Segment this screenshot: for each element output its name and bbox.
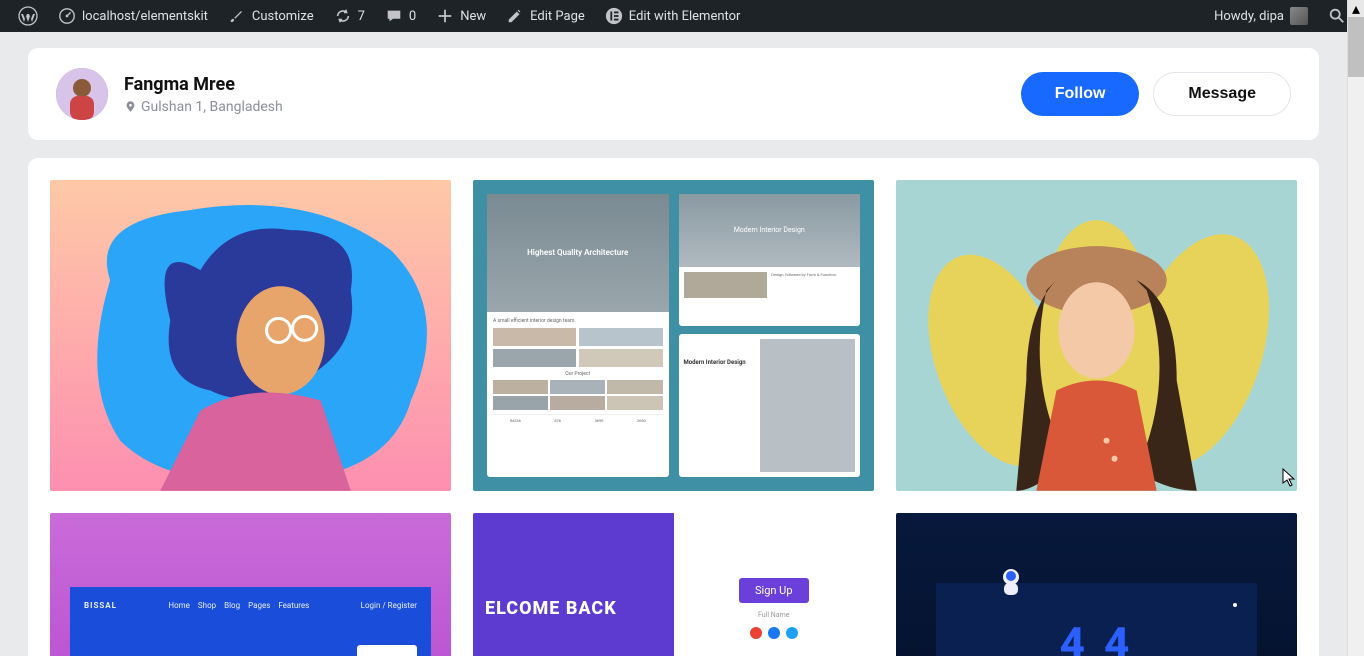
edit-elementor-text: Edit with Elementor — [629, 9, 741, 24]
site-name-link[interactable]: localhost/elementskit — [48, 0, 218, 32]
dashboard-icon — [58, 7, 76, 25]
edit-elementor-link[interactable]: Edit with Elementor — [595, 0, 751, 32]
updates-count: 7 — [358, 9, 365, 24]
mock-project-label: Our Project — [493, 371, 663, 377]
greeting-text: Howdy, dipa — [1214, 9, 1284, 24]
gallery-item[interactable]: ELCOME BACK Sign Up Full Name — [473, 513, 874, 656]
updates-link[interactable]: 7 — [324, 0, 375, 32]
browser-scrollbar[interactable]: ▴ — [1347, 0, 1364, 656]
gallery-item[interactable]: Highest Quality Architecture A small eff… — [473, 180, 874, 491]
profile-card: Fangma Mree Gulshan 1, Bangladesh Follow… — [28, 48, 1319, 140]
bissal-brand: BISSAL — [84, 601, 117, 610]
search-icon — [1328, 7, 1346, 25]
comment-icon — [385, 7, 403, 25]
profile-avatar[interactable] — [56, 68, 108, 120]
brush-icon — [228, 7, 246, 25]
error-code: 4 4 — [1060, 617, 1134, 656]
mock-interior-text: Modern Interior Design — [684, 359, 757, 366]
gallery-item[interactable] — [50, 180, 451, 491]
mock-hero2-text: Modern Interior Design — [679, 194, 861, 267]
profile-location: Gulshan 1, Bangladesh — [124, 99, 283, 115]
mock-hero-text: Highest Quality Architecture — [487, 194, 669, 312]
comments-link[interactable]: 0 — [375, 0, 426, 32]
mock-subtitle: A small efficient interior design team. — [493, 318, 663, 324]
page-content: Fangma Mree Gulshan 1, Bangladesh Follow… — [0, 32, 1347, 656]
location-text: Gulshan 1, Bangladesh — [141, 99, 283, 115]
pencil-icon — [506, 7, 524, 25]
gallery-section: Highest Quality Architecture A small eff… — [28, 158, 1319, 656]
gallery-item[interactable]: 4 4 — [896, 513, 1297, 656]
wordpress-icon — [18, 6, 38, 26]
account-link[interactable]: Howdy, dipa — [1204, 0, 1318, 32]
edit-page-text: Edit Page — [530, 9, 585, 24]
user-avatar-icon — [1290, 7, 1308, 25]
message-button[interactable]: Message — [1153, 72, 1291, 116]
mock-design-text: Design, followed by Form & Function. — [771, 272, 855, 298]
elementor-icon — [605, 7, 623, 25]
plus-icon — [436, 7, 454, 25]
social-icons — [750, 627, 798, 639]
customize-text: Customize — [252, 9, 314, 24]
welcome-text: ELCOME BACK — [485, 598, 662, 619]
new-link[interactable]: New — [426, 0, 496, 32]
wp-logo[interactable] — [8, 0, 48, 32]
edit-page-link[interactable]: Edit Page — [496, 0, 595, 32]
wp-admin-bar: localhost/elementskit Customize 7 0 New — [0, 0, 1364, 32]
new-text: New — [460, 9, 486, 24]
astronaut-icon — [994, 565, 1028, 599]
gallery-item[interactable] — [896, 180, 1297, 491]
customize-link[interactable]: Customize — [218, 0, 324, 32]
site-name-text: localhost/elementskit — [82, 9, 208, 24]
profile-name: Fangma Mree — [124, 74, 283, 95]
fullname-label: Full Name — [758, 611, 789, 619]
follow-button[interactable]: Follow — [1021, 72, 1140, 116]
location-pin-icon — [124, 100, 137, 113]
refresh-icon — [334, 7, 352, 25]
signup-badge: Sign Up — [739, 578, 809, 603]
comments-count: 0 — [409, 9, 416, 24]
gallery-item[interactable]: BISSAL Home Shop Blog Pages Features Log… — [50, 513, 451, 656]
